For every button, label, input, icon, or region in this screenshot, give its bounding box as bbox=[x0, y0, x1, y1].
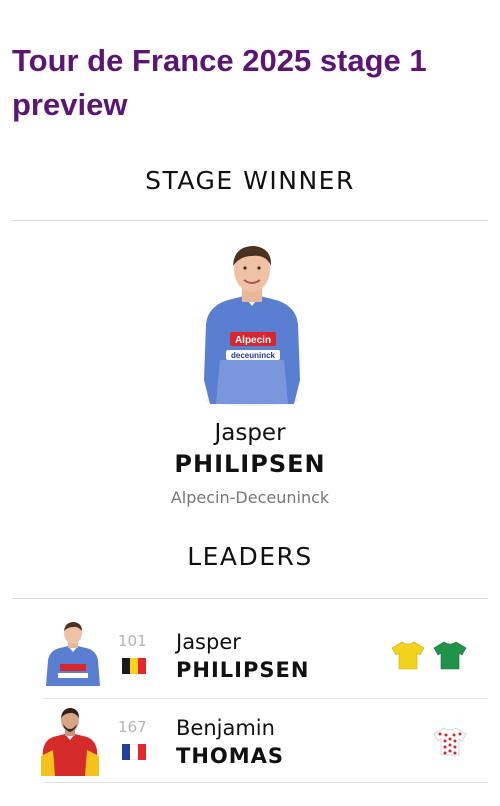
stage-winner-heading: STAGE WINNER bbox=[145, 166, 355, 195]
winner-last-name: PHILIPSEN bbox=[174, 450, 326, 478]
leader-row[interactable]: 167 Benjamin THOMAS bbox=[12, 700, 488, 784]
leader-row[interactable]: 101 Jasper PHILIPSEN bbox=[12, 614, 488, 698]
svg-text:deceuninck: deceuninck bbox=[231, 351, 276, 360]
divider bbox=[12, 598, 488, 599]
bib-number: 167 bbox=[118, 718, 147, 736]
winner-photo: Alpecin deceuninck bbox=[204, 246, 300, 406]
divider bbox=[44, 698, 488, 699]
green-jersey-icon bbox=[433, 641, 467, 670]
bib-number: 101 bbox=[118, 632, 147, 650]
france-flag-icon bbox=[122, 744, 146, 760]
rider-photo bbox=[41, 708, 99, 776]
yellow-jersey-icon bbox=[391, 641, 425, 670]
rider-first-name: Jasper bbox=[176, 630, 241, 654]
leaders-heading: LEADERS bbox=[187, 542, 313, 571]
rider-first-name: Benjamin bbox=[176, 716, 275, 740]
rider-last-name: PHILIPSEN bbox=[176, 658, 310, 682]
divider bbox=[44, 782, 488, 783]
winner-team: Alpecin-Deceuninck bbox=[170, 488, 330, 507]
page-title: Tour de France 2025 stage 1 preview bbox=[12, 42, 427, 122]
belgium-flag-icon bbox=[122, 658, 146, 674]
divider bbox=[12, 220, 488, 221]
winner-first-name: Jasper bbox=[214, 420, 286, 446]
svg-text:Alpecin: Alpecin bbox=[235, 335, 271, 346]
polka-dot-jersey-icon bbox=[433, 727, 467, 756]
rider-last-name: THOMAS bbox=[176, 744, 285, 768]
rider-photo bbox=[46, 622, 100, 686]
